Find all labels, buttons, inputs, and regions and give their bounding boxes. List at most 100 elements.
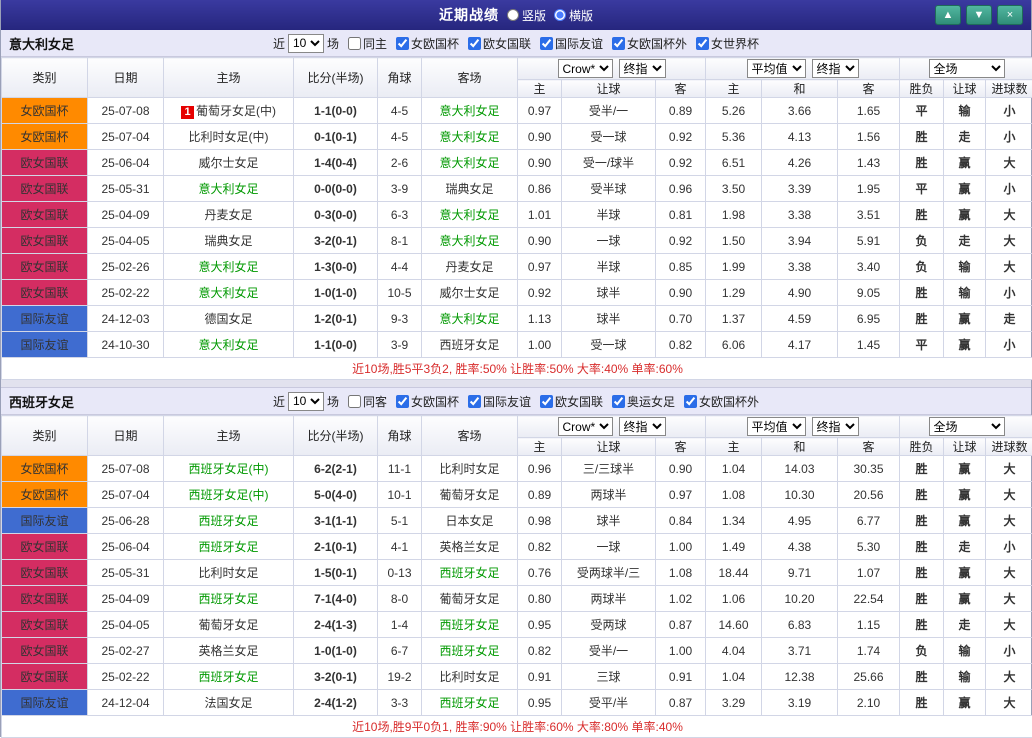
home-team[interactable]: 葡萄牙女足 xyxy=(164,612,294,638)
home-team[interactable]: 西班牙女足(中) xyxy=(164,456,294,482)
away-team[interactable]: 意大利女足 xyxy=(422,124,518,150)
filter-checkbox[interactable]: 同客 xyxy=(348,393,387,410)
close-button[interactable]: × xyxy=(997,5,1023,25)
home-odds: 0.86 xyxy=(518,176,562,202)
filter-checkbox[interactable]: 同主 xyxy=(348,35,387,52)
average-select[interactable]: 平均值 xyxy=(747,59,806,78)
away-team[interactable]: 丹麦女足 xyxy=(422,254,518,280)
home-team[interactable]: 意大利女足 xyxy=(164,280,294,306)
away-team[interactable]: 比利时女足 xyxy=(422,456,518,482)
average-select[interactable]: 平均值 xyxy=(747,417,806,436)
away-team[interactable]: 葡萄牙女足 xyxy=(422,482,518,508)
filter-checkbox[interactable]: 女欧国杯外 xyxy=(612,35,687,52)
checkbox-input[interactable] xyxy=(468,395,481,408)
home-team[interactable]: 比利时女足 xyxy=(164,560,294,586)
away-team[interactable]: 意大利女足 xyxy=(422,228,518,254)
away-odds: 0.92 xyxy=(656,150,706,176)
checkbox-input[interactable] xyxy=(696,37,709,50)
filter-bar: 近10场同主女欧国杯欧女国联国际友谊女欧国杯外女世界杯 xyxy=(273,34,759,53)
match-date: 25-02-22 xyxy=(88,280,164,306)
layout-option-vertical[interactable]: 竖版 xyxy=(507,7,546,24)
away-team[interactable]: 英格兰女足 xyxy=(422,534,518,560)
away-team[interactable]: 意大利女足 xyxy=(422,98,518,124)
filter-checkbox[interactable]: 女欧国杯外 xyxy=(684,393,759,410)
away-team[interactable]: 西班牙女足 xyxy=(422,332,518,358)
move-up-button[interactable]: ▲ xyxy=(935,5,961,25)
away-team[interactable]: 威尔士女足 xyxy=(422,280,518,306)
home-team[interactable]: 威尔士女足 xyxy=(164,150,294,176)
checkbox-input[interactable] xyxy=(348,37,361,50)
away-team[interactable]: 西班牙女足 xyxy=(422,690,518,716)
away-team[interactable]: 比利时女足 xyxy=(422,664,518,690)
filter-checkbox[interactable]: 女欧国杯 xyxy=(396,393,459,410)
away-team[interactable]: 意大利女足 xyxy=(422,150,518,176)
filter-checkbox[interactable]: 国际友谊 xyxy=(540,35,603,52)
checkbox-input[interactable] xyxy=(396,395,409,408)
avg-stage-select[interactable]: 终指 xyxy=(812,59,859,78)
home-team[interactable]: 法国女足 xyxy=(164,690,294,716)
result-outcome: 胜 xyxy=(900,280,944,306)
avg-stage-select[interactable]: 终指 xyxy=(812,417,859,436)
home-team[interactable]: 德国女足 xyxy=(164,306,294,332)
column-header: 日期 xyxy=(88,416,164,456)
away-team[interactable]: 日本女足 xyxy=(422,508,518,534)
away-team[interactable]: 瑞典女足 xyxy=(422,176,518,202)
checkbox-input[interactable] xyxy=(396,37,409,50)
checkbox-input[interactable] xyxy=(612,37,625,50)
filter-checkbox[interactable]: 奥运女足 xyxy=(612,393,675,410)
home-team[interactable]: 意大利女足 xyxy=(164,254,294,280)
home-team[interactable]: 西班牙女足(中) xyxy=(164,482,294,508)
away-team[interactable]: 西班牙女足 xyxy=(422,612,518,638)
horizontal-layout-radio[interactable] xyxy=(554,9,566,21)
checkbox-input[interactable] xyxy=(468,37,481,50)
bookmaker-select[interactable]: Crow* xyxy=(558,417,613,436)
home-team[interactable]: 意大利女足 xyxy=(164,176,294,202)
checkbox-input[interactable] xyxy=(540,395,553,408)
home-team[interactable]: 意大利女足 xyxy=(164,332,294,358)
bookmaker-select[interactable]: Crow* xyxy=(558,59,613,78)
avg-draw-odds: 3.39 xyxy=(762,176,838,202)
checkbox-input[interactable] xyxy=(540,37,553,50)
result-outcome: 胜 xyxy=(900,150,944,176)
move-down-button[interactable]: ▼ xyxy=(966,5,992,25)
scope-select[interactable]: 全场 xyxy=(929,59,1005,78)
home-team[interactable]: 瑞典女足 xyxy=(164,228,294,254)
filter-near-label: 近 xyxy=(273,393,285,410)
filter-checkbox[interactable]: 欧女国联 xyxy=(468,35,531,52)
result-outcome: 胜 xyxy=(900,202,944,228)
filter-checkbox[interactable]: 女欧国杯 xyxy=(396,35,459,52)
filter-checkbox[interactable]: 女世界杯 xyxy=(696,35,759,52)
away-team[interactable]: 意大利女足 xyxy=(422,202,518,228)
match-count-select[interactable]: 10 xyxy=(288,392,324,411)
avg-away-odds: 1.74 xyxy=(838,638,900,664)
layout-option-horizontal[interactable]: 横版 xyxy=(554,7,593,24)
away-team[interactable]: 意大利女足 xyxy=(422,306,518,332)
scope-select[interactable]: 全场 xyxy=(929,417,1005,436)
home-team[interactable]: 丹麦女足 xyxy=(164,202,294,228)
home-team[interactable]: 英格兰女足 xyxy=(164,638,294,664)
vertical-layout-radio[interactable] xyxy=(507,9,519,21)
league-badge: 女欧国杯 xyxy=(2,124,88,150)
home-team[interactable]: 西班牙女足 xyxy=(164,508,294,534)
down-icon: ▼ xyxy=(974,9,985,21)
away-odds: 0.92 xyxy=(656,228,706,254)
checkbox-input[interactable] xyxy=(684,395,697,408)
column-header: 比分(半场) xyxy=(294,416,378,456)
odds-stage-select[interactable]: 终指 xyxy=(619,59,666,78)
home-team[interactable]: 西班牙女足 xyxy=(164,586,294,612)
filter-checkbox[interactable]: 欧女国联 xyxy=(540,393,603,410)
match-count-select[interactable]: 10 xyxy=(288,34,324,53)
match-row: 欧女国联25-04-05葡萄牙女足2-4(1-3)1-4西班牙女足0.95受两球… xyxy=(2,612,1032,638)
home-team[interactable]: 西班牙女足 xyxy=(164,534,294,560)
home-team[interactable]: 1葡萄牙女足(中) xyxy=(164,98,294,124)
checkbox-input[interactable] xyxy=(612,395,625,408)
home-team[interactable]: 西班牙女足 xyxy=(164,664,294,690)
away-team[interactable]: 西班牙女足 xyxy=(422,560,518,586)
avg-home-odds: 4.04 xyxy=(706,638,762,664)
away-team[interactable]: 西班牙女足 xyxy=(422,638,518,664)
home-team[interactable]: 比利时女足(中) xyxy=(164,124,294,150)
filter-checkbox[interactable]: 国际友谊 xyxy=(468,393,531,410)
away-team[interactable]: 葡萄牙女足 xyxy=(422,586,518,612)
odds-stage-select[interactable]: 终指 xyxy=(619,417,666,436)
checkbox-input[interactable] xyxy=(348,395,361,408)
